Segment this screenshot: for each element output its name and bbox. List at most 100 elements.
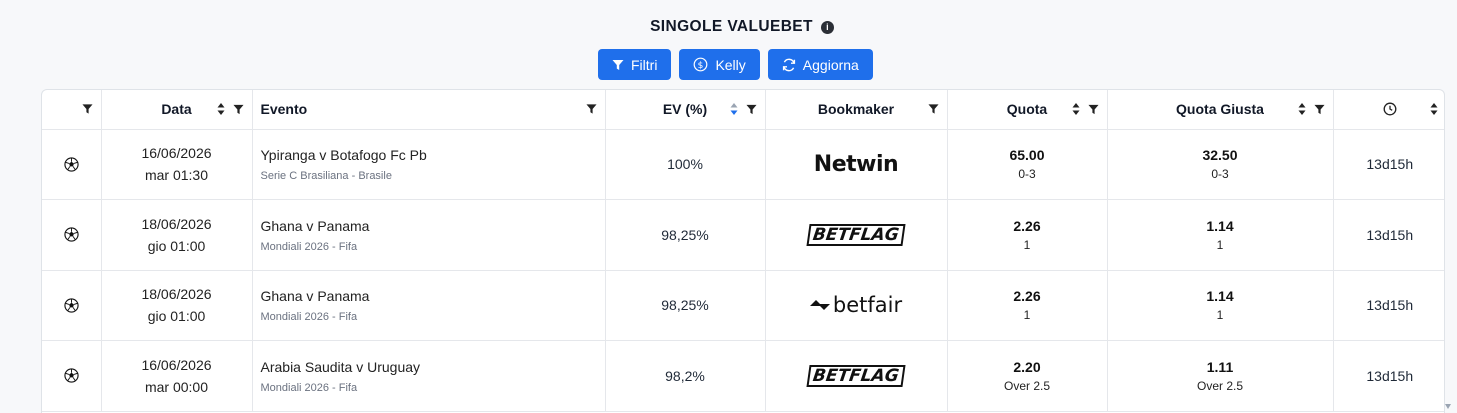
event-time: gio 01:00 [147, 308, 206, 325]
event-name[interactable]: Arabia Saudita v Uruguay [253, 358, 605, 376]
ev-value: 98,2% [605, 340, 766, 412]
svg-text:$: $ [698, 61, 704, 71]
time-left: 13d15h [1333, 340, 1444, 412]
event-league: Serie C Brasiliana - Brasile [260, 170, 392, 183]
table-header-row: Data Evento EV (%) Bookmaker Quota Quota… [42, 90, 1444, 130]
header-ev[interactable]: EV (%) [605, 90, 766, 130]
quota-value: 65.00 [1009, 147, 1045, 164]
bookmaker-name: betfair [832, 293, 903, 318]
ev-value: 100% [605, 129, 766, 200]
event-name[interactable]: Ghana v Panama [253, 217, 605, 235]
filter-icon[interactable] [927, 104, 939, 115]
sort-icon[interactable] [1298, 102, 1306, 116]
bookmaker-name: BETFLAG [806, 223, 906, 246]
filter-icon[interactable] [1313, 104, 1325, 115]
quota-market: 1 [1023, 237, 1031, 252]
ev-value: 98,25% [605, 199, 766, 271]
fair-quota-value: 1.14 [1206, 288, 1234, 305]
header-bookmaker-label: Bookmaker [817, 101, 895, 118]
refresh-button-label: Aggiorna [802, 56, 859, 73]
valuebet-table: Data Evento EV (%) Bookmaker Quota Quota… [42, 90, 1444, 412]
bookmaker-name: BETFLAG [806, 364, 906, 387]
fair-quota-value: 1.11 [1206, 358, 1234, 375]
bookmaker-logo-betflag[interactable]: BETFLAG [766, 223, 947, 246]
event-league: Mondiali 2026 - Fifa [260, 311, 358, 324]
event-date: 16/06/2026 [141, 356, 212, 373]
quota-value: 2.26 [1013, 288, 1041, 305]
header-quota-giusta[interactable]: Quota Giusta [1107, 90, 1334, 130]
ev-value: 98,25% [605, 270, 766, 341]
quota-value: 2.20 [1013, 358, 1041, 375]
table-row[interactable]: 16/06/2026 mar 01:30 Ypiranga v Botafogo … [42, 129, 1444, 200]
header-data-label: Data [161, 101, 192, 118]
event-date: 16/06/2026 [141, 145, 212, 162]
filter-icon[interactable] [1087, 104, 1099, 115]
bookmaker-logo-betfair[interactable]: betfair [766, 293, 947, 317]
filter-icon[interactable] [585, 104, 597, 115]
soccer-ball-icon [64, 298, 79, 313]
filter-icon[interactable] [81, 104, 93, 115]
betfair-arrows-icon [809, 300, 830, 311]
table-row[interactable]: 18/06/2026 gio 01:00 Ghana v Panama Mondia… [42, 199, 1444, 271]
event-name[interactable]: Ghana v Panama [253, 287, 605, 305]
fair-quota-market: 0-3 [1211, 167, 1229, 182]
quota-market: Over 2.5 [1003, 378, 1051, 393]
header-evento-label: Evento [260, 101, 308, 118]
kelly-button[interactable]: $ Kelly [679, 49, 760, 80]
soccer-ball-icon [64, 157, 79, 172]
filter-icon[interactable] [232, 104, 244, 115]
filters-button[interactable]: Filtri [598, 49, 672, 80]
table-row[interactable]: 18/06/2026 gio 01:00 Ghana v Panama Mondia… [42, 270, 1444, 341]
valuebet-table-container: Data Evento EV (%) Bookmaker Quota Quota… [41, 89, 1445, 413]
event-league: Mondiali 2026 - Fifa [260, 381, 358, 394]
event-league: Mondiali 2026 - Fifa [260, 240, 358, 253]
header-quota-label: Quota [1006, 101, 1048, 118]
quota-market: 0-3 [1018, 167, 1036, 182]
header-quota[interactable]: Quota [947, 90, 1108, 130]
event-time: gio 01:00 [147, 237, 206, 254]
clock-icon [1383, 102, 1397, 116]
fair-quota-value: 32.50 [1202, 147, 1238, 164]
page-title: SINGOLE VALUEBET [650, 18, 813, 35]
refresh-button[interactable]: Aggiorna [767, 49, 873, 80]
header-evento[interactable]: Evento [252, 90, 606, 130]
header-data[interactable]: Data [101, 90, 253, 130]
bookmaker-name: Netwin [813, 151, 899, 177]
quota-value: 2.26 [1013, 217, 1041, 234]
fair-quota-market: 1 [1216, 237, 1224, 252]
soccer-ball-icon [64, 368, 79, 383]
event-name[interactable]: Ypiranga v Botafogo Fc Pb [253, 146, 605, 164]
scroll-arrow-icon[interactable] [1445, 404, 1451, 410]
time-left: 13d15h [1333, 199, 1444, 271]
event-date: 18/06/2026 [141, 215, 212, 232]
filter-icon [612, 59, 624, 70]
filters-button-label: Filtri [631, 56, 658, 73]
event-date: 18/06/2026 [141, 286, 212, 303]
event-time: mar 00:00 [144, 378, 209, 395]
table-row[interactable]: 16/06/2026 mar 00:00 Arabia Saudita v Uru… [42, 340, 1444, 412]
dollar-circle-icon: $ [694, 57, 708, 72]
sort-icon[interactable] [1430, 102, 1438, 116]
sort-icon[interactable] [217, 102, 225, 116]
header-ev-label: EV (%) [662, 101, 708, 118]
event-time: mar 01:30 [144, 167, 209, 184]
header-sport [42, 90, 102, 130]
quota-market: 1 [1023, 308, 1031, 323]
soccer-ball-icon [64, 227, 79, 242]
time-left: 13d15h [1333, 129, 1444, 200]
fair-quota-market: 1 [1216, 308, 1224, 323]
page-header: SINGOLE VALUEBET i [0, 18, 1457, 36]
bookmaker-logo-netwin[interactable]: Netwin [766, 152, 947, 177]
filter-icon[interactable] [745, 104, 757, 115]
header-bookmaker[interactable]: Bookmaker [765, 90, 948, 130]
sort-icon[interactable] [1072, 102, 1080, 116]
header-quota-giusta-label: Quota Giusta [1176, 101, 1264, 118]
fair-quota-value: 1.14 [1206, 217, 1234, 234]
toolbar: Filtri $ Kelly Aggiorna [598, 49, 873, 80]
refresh-icon [782, 58, 795, 71]
sort-desc-icon[interactable] [730, 102, 738, 116]
fair-quota-market: Over 2.5 [1196, 378, 1244, 393]
info-icon[interactable]: i [820, 20, 834, 34]
bookmaker-logo-betflag[interactable]: BETFLAG [766, 364, 947, 387]
header-time-left[interactable] [1333, 90, 1444, 130]
